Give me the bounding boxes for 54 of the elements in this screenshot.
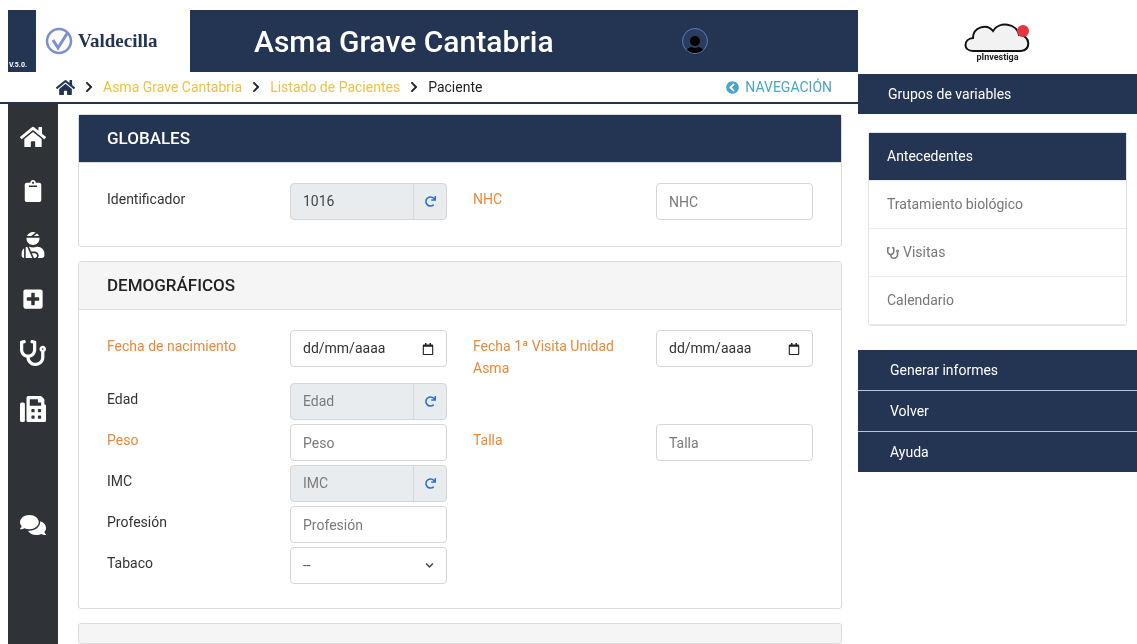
- field-value: IMC: [302, 474, 330, 493]
- computed-field[interactable]: Edad: [290, 383, 447, 420]
- panel-action[interactable]: Ayuda: [858, 432, 1137, 472]
- home-icon[interactable]: [20, 124, 46, 150]
- logo-text: Valdecilla: [78, 28, 158, 53]
- section-title: GLOBALES: [107, 126, 191, 150]
- date-placeholder: dd/mm/aaaa: [669, 339, 752, 358]
- app-title: Asma Grave Cantabria: [254, 22, 555, 61]
- select-field[interactable]: --: [290, 547, 447, 584]
- field-label: NHC: [473, 190, 504, 209]
- check-logo-icon: [44, 26, 74, 56]
- field-value: Edad: [302, 392, 336, 411]
- refresh-icon: [424, 478, 436, 489]
- calendar-icon: [422, 342, 434, 355]
- brand-logo-text: pInvestiga: [976, 52, 1019, 62]
- field-label: Talla: [473, 431, 504, 450]
- stethoscope-icon[interactable]: [20, 340, 46, 366]
- date-field[interactable]: dd/mm/aaaa: [290, 330, 447, 367]
- refresh-icon: [424, 396, 436, 407]
- injured-person-icon[interactable]: [20, 232, 46, 258]
- panel-title: Grupos de variables: [888, 84, 1012, 104]
- panel-action[interactable]: Generar informes: [858, 350, 1137, 390]
- phone-keypad-icon[interactable]: [20, 396, 46, 422]
- chevron-right-icon: [83, 81, 95, 93]
- refresh-icon: [424, 196, 436, 207]
- input-field[interactable]: NHC: [656, 183, 813, 220]
- section-title: DEMOGRÁFICOS: [107, 273, 236, 297]
- date-placeholder: dd/mm/aaaa: [303, 339, 386, 358]
- field-label: Tabaco: [107, 554, 154, 573]
- field-label: Fecha 1ª Visita Unidad Asma: [473, 337, 615, 378]
- input-field[interactable]: Peso: [290, 424, 447, 461]
- calendar-icon: [788, 342, 800, 355]
- field-label: Profesión: [107, 513, 168, 532]
- input-field[interactable]: Profesión: [290, 506, 447, 543]
- field-value: 1016: [302, 192, 336, 211]
- field-label: Edad: [107, 390, 140, 409]
- group-item[interactable]: Antecedentes: [869, 133, 1126, 181]
- field-label: Identificador: [107, 190, 187, 209]
- select-value: --: [303, 556, 311, 575]
- computed-field[interactable]: IMC: [290, 465, 447, 502]
- clipboard-icon[interactable]: [22, 180, 44, 202]
- breadcrumb-current: Paciente: [428, 77, 483, 97]
- field-label: IMC: [107, 472, 134, 491]
- input-field[interactable]: Talla: [656, 424, 813, 461]
- panel-action[interactable]: Volver: [858, 391, 1137, 431]
- chat-icon[interactable]: [20, 512, 46, 538]
- home-icon[interactable]: [56, 77, 75, 97]
- user-avatar[interactable]: [682, 28, 708, 54]
- chevron-down-icon: [425, 561, 434, 570]
- field-label: Peso: [107, 431, 140, 450]
- field-label: Fecha de nacimiento: [107, 337, 238, 356]
- computed-field[interactable]: 1016: [290, 183, 447, 220]
- date-field[interactable]: dd/mm/aaaa: [656, 330, 813, 367]
- stethoscope-icon: [887, 246, 899, 259]
